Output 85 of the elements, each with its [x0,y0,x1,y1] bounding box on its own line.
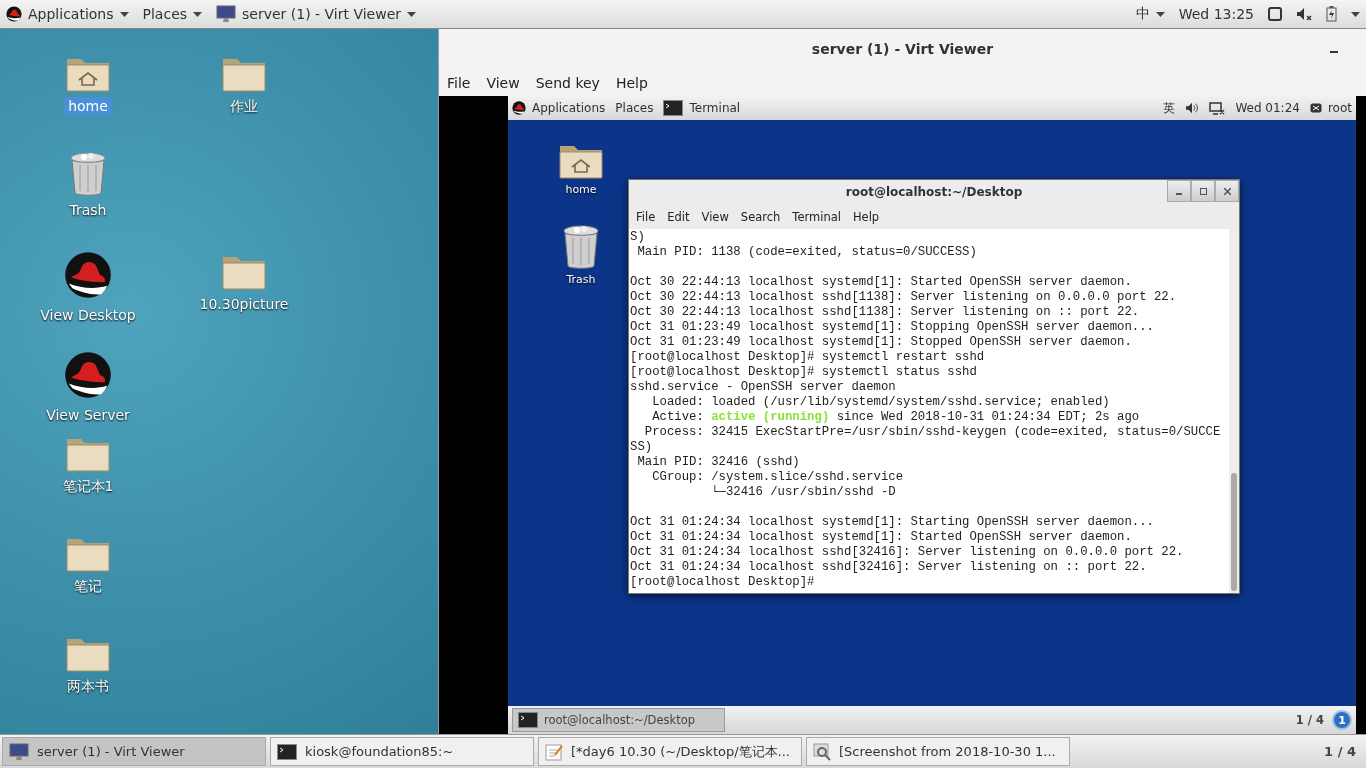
notification-badge[interactable]: 1 [1332,710,1352,730]
square-icon[interactable] [1268,7,1282,21]
close-button[interactable] [1215,180,1239,202]
terminal-line: Oct 31 01:23:49 localhost systemd[1]: Stopping OpenSSH server daemon... [630,320,1155,335]
top-menu[interactable]: Applications [6,6,129,22]
maximize-icon [1199,188,1207,195]
terminal-line: S) [630,230,646,245]
caret-icon [119,11,129,17]
terminal-line: [root@localhost Desktop]# systemctl status sshd [630,365,978,380]
speaker-icon[interactable] [1185,102,1200,114]
terminal-line: [root@localhost Desktop]# [630,575,816,590]
hat-logo-icon [64,251,112,299]
terminal-line: sshd.service - OpenSSH server daemon [630,380,897,395]
terminal-line: Oct 30 22:44:13 localhost sshd[1138]: Server listening on :: port 22. [630,305,1141,320]
guest-window-menu[interactable]: Terminal [663,100,741,116]
magnifier-icon [813,742,831,761]
terminal-line: Oct 31 01:24:34 localhost systemd[1]: Starting OpenSSH server daemon... [630,515,1155,530]
terminal-line: Process: 32415 ExecStartPre=/usr/sbin/sshd-keygen (code=exited, status=0/SUCCE [643,425,1222,440]
window-title: server (1) - Virt Viewer [811,41,994,57]
network-icon[interactable] [1209,101,1226,115]
menu-item[interactable]: View [696,207,734,226]
menu-item[interactable]: Edit [662,207,695,226]
taskbar-item[interactable]: [Screenshot from 2018-10-30 1... [806,737,1070,766]
input-method[interactable]: 英 [1163,99,1176,117]
menu-item[interactable]: File [631,207,661,226]
menu-item[interactable]: File [441,72,477,93]
window-title: root@localhost:~/Desktop [845,185,1023,199]
taskbar-item[interactable]: root@localhost:~/Desktop [512,708,725,732]
terminal-line: Main PID: 32416 (sshd) [636,455,801,470]
terminal-line: Active: active (running) since Wed 2018-10-31 01:24:34 EDT; 2s ago [651,410,1141,425]
terminal-line: Main PID: 1138 (code=exited, status=0/SUCCESS) [636,245,978,260]
workspace-pager[interactable]: 1 / 4 [1287,713,1332,727]
menu-item[interactable]: Search [735,207,786,226]
hat-logo-icon [6,6,22,22]
terminal-line: Oct 31 01:24:34 localhost sshd[32416]: Server listening on :: port 22. [630,560,1148,575]
menu-item[interactable]: Terminal [787,207,846,226]
monitor-icon [216,5,237,23]
desktop-icon-label[interactable]: Trash [562,272,600,287]
terminal-line: Oct 31 01:24:34 localhost sshd[32416]: Server listening on 0.0.0.0 port 22. [630,545,1185,560]
clock[interactable]: Wed 01:24 [1235,101,1300,115]
clock[interactable]: Wed 13:25 [1178,6,1254,22]
desktop-icon-label[interactable]: home [561,182,601,197]
taskbar-item[interactable]: kiosk@foundation85:~ [270,737,534,766]
trash-icon[interactable] [561,224,601,270]
terminal-line: Oct 30 22:44:13 localhost sshd[1138]: Server listening on 0.0.0.0 port 22. [630,290,1178,305]
hat-logo-icon [512,101,526,115]
close-icon [1223,188,1231,195]
battery-icon[interactable] [1326,6,1337,22]
desktop-icon-label[interactable]: 两本书 [63,677,113,697]
terminal-icon [277,743,297,760]
menu-item[interactable]: Help [847,207,885,226]
caret-icon [1351,11,1360,17]
maximize-button[interactable] [1191,180,1215,202]
terminal-line: Oct 30 22:44:13 localhost systemd[1]: Started OpenSSH server daemon. [630,275,1133,290]
notepad-icon [545,742,563,761]
user-menu[interactable]: root [1309,101,1352,115]
terminal-line: Oct 31 01:24:34 localhost systemd[1]: Started OpenSSH server daemon. [630,530,1133,545]
caret-icon [1155,11,1165,17]
hat-logo-icon [64,351,112,399]
taskbar-item[interactable]: [*day6 10.30 (~/Desktop/笔记本... [538,737,802,766]
terminal-line: └─32416 /usr/sbin/sshd -D [710,485,897,500]
terminal-icon [663,100,684,116]
terminal-icon [518,712,538,728]
terminal-line: Oct 31 01:23:49 localhost systemd[1]: Stopped OpenSSH server daemon. [630,335,1133,350]
terminal-line: [root@localhost Desktop]# systemctl restart sshd [630,350,986,365]
monitor-icon [9,742,29,761]
guest-top-menu[interactable]: Places [615,101,654,115]
menu-item[interactable]: Help [609,72,654,93]
menu-item[interactable]: Send key [529,72,606,93]
speaker-muted-icon[interactable] [1296,7,1312,21]
top-menu[interactable]: Places [142,6,203,22]
terminal-line: SS) [630,440,654,455]
taskbar-item[interactable]: server (1) - Virt Viewer [2,737,266,766]
workspace-pager[interactable]: 1 / 4 [1316,744,1364,759]
caret-icon [407,11,417,17]
scrollbar[interactable] [1229,229,1239,593]
desktop-icon-label[interactable]: 笔记 [70,577,106,597]
terminal-line: Loaded: loaded (/usr/lib/systemd/system/sshd.service; enabled) [651,395,1111,410]
window-menu[interactable]: server (1) - Virt Viewer [216,5,417,23]
menu-item[interactable]: View [480,72,526,93]
input-method-menu[interactable]: 中 [1135,5,1165,23]
terminal-line: CGroup: /system.slice/sshd.service [651,470,905,485]
guest-top-menu[interactable]: Applications [512,101,606,115]
minimize-button[interactable] [1167,180,1191,202]
caret-icon [193,11,203,17]
